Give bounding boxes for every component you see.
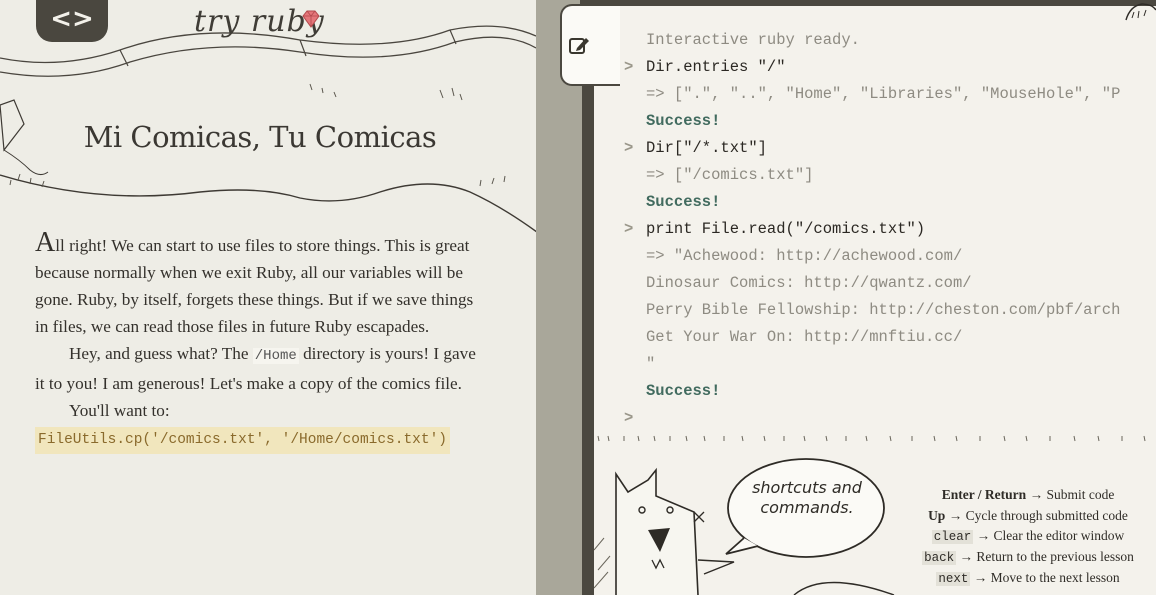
arrow-icon: → [970,569,991,585]
shortcut-row: Enter / Return → Submit code [908,485,1148,506]
creature-peek-icon [1125,3,1156,21]
console-text: Get Your War On: http://mnftiu.cc/ [646,328,963,346]
wolf-mascot-icon [615,467,735,595]
inline-code: /Home [252,348,299,364]
console-text: print File.read("/comics.txt") [646,220,926,238]
arrow-icon: → [956,549,977,565]
console-text: => [".", "..", "Home", "Libraries", "Mou… [646,85,1121,103]
shortcut-row: back → Return to the previous lesson [908,547,1148,568]
speech-bubble-text: shortcuts and commands. [752,478,862,517]
prompt-symbol: > [624,220,634,238]
console-text: => ["/comics.txt"] [646,166,814,184]
console-text: => "Achewood: http://achewood.com/ [646,247,963,265]
lesson-panel: <> try ruby Mi Comicas, Tu Comicas All r… [0,0,536,595]
console-text: Success! [646,112,721,130]
paragraph-text: ll right! We can start to use files to s… [35,236,474,336]
shortcut-key: Up [928,507,946,523]
lesson-paragraph: All right! We can start to use files to … [35,229,480,340]
shortcut-description: Return to the previous lesson [976,549,1134,565]
editor-top-border [580,0,1156,6]
console-text: Perry Bible Fellowship: http://cheston.c… [646,301,1121,319]
lesson-title: Mi Comicas, Tu Comicas [83,120,437,154]
shortcut-key: clear [931,530,974,545]
console-output[interactable]: Interactive ruby ready. > Dir.entries "/" =… [595,26,1156,426]
prompt-symbol: > [624,139,634,157]
shortcut-key: Enter / Return [941,487,1027,502]
pencil-edit-icon[interactable] [568,34,590,56]
paragraph-text: Hey, and guess what? The [69,344,253,363]
lesson-paragraph: Hey, and guess what? The /Home directory… [35,340,480,397]
shortcut-list: Enter / Return → Submit code Up → Cycle t… [908,485,1148,588]
shortcut-row: Up → Cycle through submitted code [908,506,1148,527]
drop-cap: A [35,227,56,258]
arrow-icon: → [973,528,994,544]
shortcut-description: Clear the editor window [993,528,1125,544]
prompt-symbol: > [624,409,634,426]
shortcut-key: next [936,571,971,586]
console-text: " [646,355,656,373]
shortcut-row: next → Move to the next lesson [908,568,1148,589]
console-text: Interactive ruby ready. [646,31,860,49]
prompt-symbol: > [624,58,634,76]
shortcut-description: Cycle through submitted code [965,507,1128,523]
ruby-gem-icon [302,10,320,28]
shortcut-row: clear → Clear the editor window [908,526,1148,547]
lesson-paragraph: You'll want to: [69,401,170,420]
code-snippet[interactable]: FileUtils.cp('/comics.txt', '/Home/comic… [35,427,450,454]
console-text: Success! [646,193,721,211]
console-text: Dir["/*.txt"] [646,139,767,157]
console-text: Success! [646,382,721,400]
console-text: Dinosaur Comics: http://qwantz.com/ [646,274,972,292]
arrow-icon: → [945,507,966,523]
arrow-icon: → [1026,487,1047,502]
panel-divider [536,0,594,595]
console-text: Dir.entries "/" [646,58,786,76]
shortcut-description: Move to the next lesson [990,569,1120,585]
code-brackets-icon[interactable]: <> [36,0,108,42]
shortcut-key: back [922,551,957,566]
shortcut-description: Submit code [1046,487,1115,502]
lesson-body: All right! We can start to use files to … [35,229,480,454]
